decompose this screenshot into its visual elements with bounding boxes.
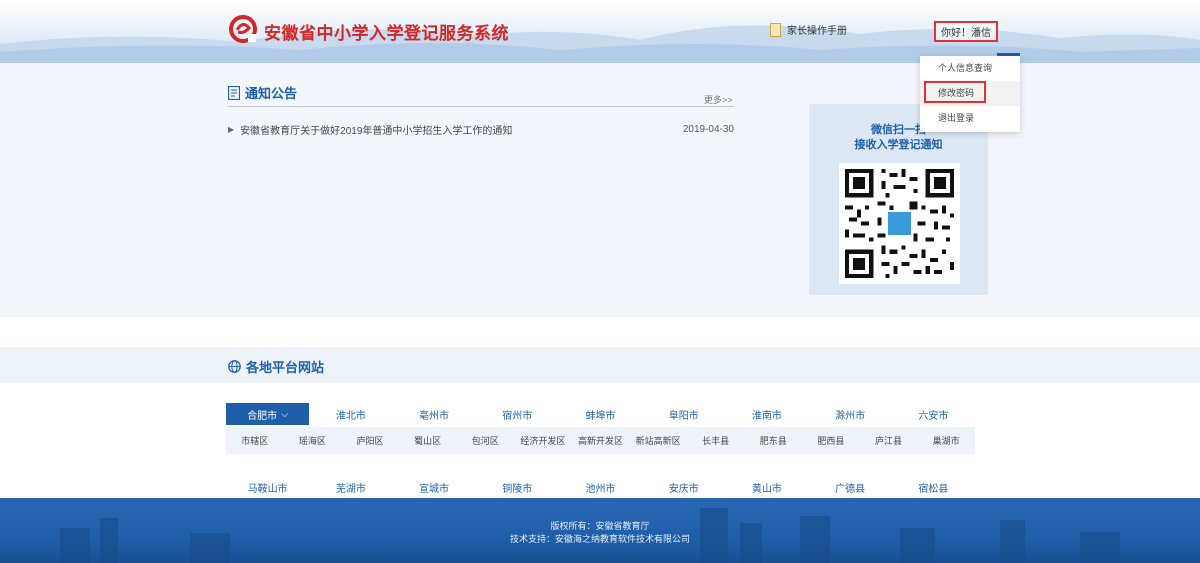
divider <box>228 106 734 107</box>
qr-center-logo <box>886 210 913 237</box>
notice-item[interactable]: ▶ 安徽省教育厅关于做好2019年普通中小学招生入学工作的通知 2019-04-… <box>228 122 734 137</box>
city-tab[interactable]: 宿松县 <box>892 476 975 498</box>
city-row-2: 马鞍山市 芜湖市 宣城市 铜陵市 池州市 安庆市 黄山市 广德县 宿松县 <box>226 476 975 498</box>
region-title: 各地平台网站 <box>246 360 325 375</box>
district-link[interactable]: 瑶海区 <box>284 427 342 454</box>
city-label: 合肥市 <box>247 410 278 422</box>
city-tab[interactable]: 淮北市 <box>309 403 392 425</box>
wechat-qr-card: 微信扫一扫 接收入学登记通知 <box>809 104 988 295</box>
city-tab[interactable]: 芜湖市 <box>309 476 392 498</box>
region-header: 各地平台网站 <box>228 357 324 376</box>
site-title[interactable]: 安徽省中小学入学登记服务系统 <box>264 19 509 44</box>
district-link[interactable]: 蜀山区 <box>399 427 457 454</box>
district-link[interactable]: 经济开发区 <box>514 427 572 454</box>
city-tab[interactable]: 滁州市 <box>809 403 892 425</box>
menu-item-personal-info[interactable]: 个人信息查询 <box>920 56 1020 81</box>
city-tab[interactable]: 蚌埠市 <box>559 403 642 425</box>
district-row: 市辖区 瑶海区 庐阳区 蜀山区 包河区 经济开发区 高新开发区 新站高新区 长丰… <box>226 427 975 454</box>
manual-link-label: 家长操作手册 <box>787 26 847 37</box>
district-link[interactable]: 市辖区 <box>226 427 284 454</box>
city-tab[interactable]: 马鞍山市 <box>226 476 309 498</box>
notice-title: 通知公告 <box>245 86 298 101</box>
city-tab[interactable]: 宿州市 <box>476 403 559 425</box>
header: 安徽省中小学入学登记服务系统 家长操作手册 你好！潘信 <box>0 0 1200 63</box>
user-greeting[interactable]: 你好！潘信 <box>934 21 998 42</box>
city-tab[interactable]: 铜陵市 <box>476 476 559 498</box>
district-link[interactable]: 新站高新区 <box>629 427 687 454</box>
parent-manual-link[interactable]: 家长操作手册 <box>770 22 847 37</box>
city-tab[interactable]: 合肥市 ⌵ <box>226 403 310 425</box>
document-icon <box>770 22 781 37</box>
district-link[interactable]: 包河区 <box>456 427 514 454</box>
globe-icon <box>228 360 241 373</box>
district-link[interactable]: 肥东县 <box>744 427 802 454</box>
footer-copyright: 版权所有：安徽省教育厅 <box>550 521 650 531</box>
district-link[interactable]: 肥西县 <box>802 427 860 454</box>
mountain-background <box>0 25 1200 63</box>
city-tab[interactable]: 六安市 <box>892 403 975 425</box>
notice-header: 通知公告 <box>228 83 297 102</box>
qr-subheading: 接收入学登记通知 <box>854 139 943 151</box>
city-tab[interactable]: 广德县 <box>809 476 892 498</box>
district-link[interactable]: 庐江县 <box>860 427 918 454</box>
more-link[interactable]: 更多>> <box>704 93 733 106</box>
city-row-1: 合肥市 ⌵ 淮北市 亳州市 宿州市 蚌埠市 阜阳市 淮南市 滁州市 六安市 <box>226 403 975 425</box>
city-tab[interactable]: 黄山市 <box>725 476 808 498</box>
district-link[interactable]: 高新开发区 <box>572 427 630 454</box>
city-tab[interactable]: 阜阳市 <box>642 403 725 425</box>
logo-icon <box>229 15 257 43</box>
city-tab[interactable]: 淮南市 <box>725 403 808 425</box>
footer-support: 技术支持：安徽海之纳教育软件技术有限公司 <box>509 534 690 544</box>
notice-icon <box>228 85 240 100</box>
district-link[interactable]: 巢湖市 <box>917 427 975 454</box>
district-link[interactable]: 庐阳区 <box>341 427 399 454</box>
notice-section <box>0 63 1200 317</box>
notice-item-date: 2019-04-30 <box>682 123 734 135</box>
footer: 版权所有：安徽省教育厅 技术支持：安徽海之纳教育软件技术有限公司 <box>0 498 1200 563</box>
chevron-down-icon: ⌵ <box>281 408 289 419</box>
city-tab[interactable]: 池州市 <box>559 476 642 498</box>
arrow-icon: ▶ <box>228 124 235 134</box>
highlight-box <box>924 81 986 103</box>
city-tab[interactable]: 亳州市 <box>392 403 475 425</box>
city-tab[interactable]: 安庆市 <box>642 476 725 498</box>
district-link[interactable]: 长丰县 <box>687 427 745 454</box>
region-header-band <box>0 347 1200 383</box>
menu-item-logout[interactable]: 退出登录 <box>920 106 1020 131</box>
city-tab[interactable]: 宣城市 <box>392 476 475 498</box>
notice-item-text: 安徽省教育厅关于做好2019年普通中小学招生入学工作的通知 <box>240 125 513 137</box>
qr-code <box>839 163 960 284</box>
